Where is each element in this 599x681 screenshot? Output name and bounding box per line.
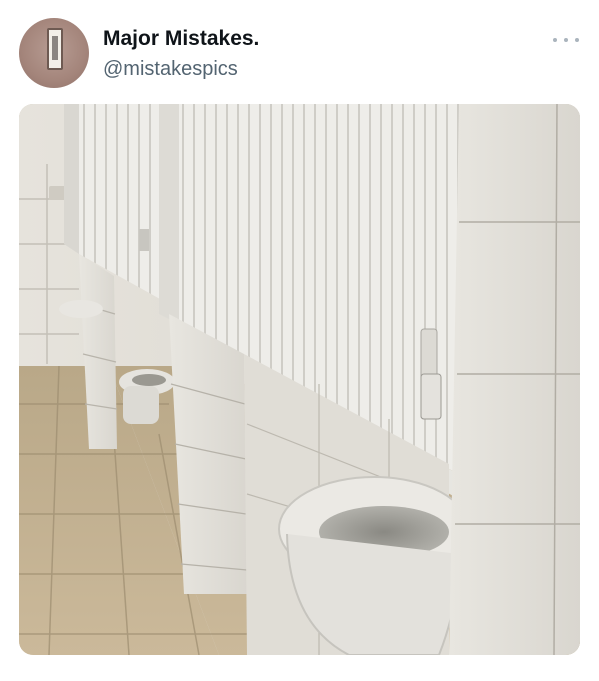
tweet-photo[interactable] [19,104,580,655]
avatar-window-icon [47,28,63,70]
author-block: Major Mistakes. @mistakespics [103,26,259,82]
tweet-card: Major Mistakes. @mistakespics [0,0,599,681]
bathroom-stalls-photo [19,104,580,655]
dot [575,38,579,42]
dot [564,38,568,42]
dot [553,38,557,42]
display-name[interactable]: Major Mistakes. [103,26,259,52]
avatar[interactable] [19,18,89,88]
more-options-icon[interactable] [553,30,579,50]
handle[interactable]: @mistakespics [103,56,259,82]
